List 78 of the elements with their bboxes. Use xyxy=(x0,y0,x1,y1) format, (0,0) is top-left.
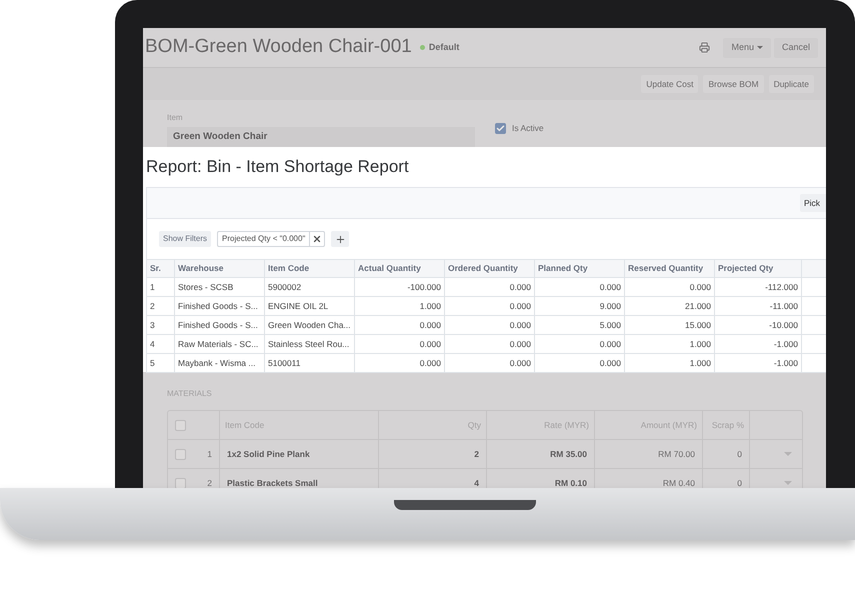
column-header: Reserved Quantity xyxy=(625,260,715,277)
table-cell: ENGINE OIL 2L xyxy=(265,297,355,315)
table-cell: 0.000 xyxy=(625,278,715,296)
table-cell: 0.000 xyxy=(355,316,445,334)
table-cell: 3 xyxy=(147,316,175,334)
table-cell: 0.000 xyxy=(445,278,535,296)
table-cell: -1.000 xyxy=(715,335,802,353)
table-cell: 1x2 Solid Pine Plank xyxy=(220,440,379,468)
table-cell: 5900002 xyxy=(265,278,355,296)
table-cell: 0.000 xyxy=(355,335,445,353)
table-cell: 9.000 xyxy=(535,297,625,315)
table-cell: 0.000 xyxy=(535,335,625,353)
page-title: BOM-Green Wooden Chair-001 xyxy=(145,35,412,60)
table-cell: 0.000 xyxy=(535,354,625,372)
table-cell: Stainless Steel Rou... xyxy=(265,335,355,353)
plus-icon xyxy=(334,234,346,244)
action-button[interactable]: Duplicate xyxy=(768,75,814,93)
checkbox[interactable] xyxy=(175,448,186,460)
column-header: Sr. xyxy=(147,260,175,277)
table-cell: 2 xyxy=(379,440,487,468)
row-number: 1 xyxy=(207,448,212,460)
table-cell: RM 35.00 xyxy=(487,440,595,468)
column-header: Ordered Quantity xyxy=(445,260,535,277)
checkbox[interactable] xyxy=(495,122,506,134)
table-cell: -11.000 xyxy=(715,297,802,315)
table-cell: 0.000 xyxy=(445,335,535,353)
table-cell: 0.000 xyxy=(535,278,625,296)
checkbox[interactable] xyxy=(175,478,186,488)
column-header: Planned Qty xyxy=(535,260,625,277)
column-header: Actual Quantity xyxy=(355,260,445,277)
item-field[interactable]: Green Wooden Chair xyxy=(167,127,475,147)
field-label: Item xyxy=(167,112,184,124)
table-cell: 21.000 xyxy=(625,297,715,315)
add-filter-button[interactable] xyxy=(331,231,350,247)
column-header: Item Code xyxy=(265,260,355,277)
pick-button[interactable]: Pick xyxy=(800,194,826,212)
table-cell: Stores - SCSB xyxy=(175,278,265,296)
table-cell: Green Wooden Cha... xyxy=(265,316,355,334)
cancel-button[interactable]: Cancel xyxy=(774,38,818,58)
action-button[interactable]: Update Cost xyxy=(641,75,698,93)
table-cell: 5100011 xyxy=(265,354,355,372)
table-cell: 0 xyxy=(703,440,750,468)
status-label: Default xyxy=(428,40,460,54)
table-cell: -100.000 xyxy=(355,278,445,296)
table-cell: -112.000 xyxy=(715,278,802,296)
action-button[interactable]: Browse BOM xyxy=(703,75,764,93)
table-cell: 1.000 xyxy=(355,297,445,315)
checkbox[interactable] xyxy=(175,420,186,430)
table-cell: RM 70.00 xyxy=(595,440,703,468)
column-header: Projected Qty xyxy=(715,260,802,277)
table-cell: 5.000 xyxy=(535,316,625,334)
table-cell: 15.000 xyxy=(625,316,715,334)
dropdown-icon[interactable] xyxy=(784,452,792,456)
menu-button[interactable]: Menu xyxy=(723,38,771,58)
table-cell: -1.000 xyxy=(715,354,802,372)
table-cell: Raw Materials - SC... xyxy=(175,335,265,353)
column-header: Warehouse xyxy=(175,260,265,277)
table-cell: 1.000 xyxy=(625,335,715,353)
table-cell: 0.000 xyxy=(445,297,535,315)
row-number: 2 xyxy=(207,476,212,488)
table-cell: 1 xyxy=(147,278,175,296)
caret-icon xyxy=(756,46,763,49)
table-cell: Finished Goods - S... xyxy=(175,316,265,334)
table-cell: 1.000 xyxy=(625,354,715,372)
table-cell: 4 xyxy=(147,335,175,353)
report-title: Report: Bin - Item Shortage Report xyxy=(145,156,410,178)
table-cell: 2 xyxy=(147,297,175,315)
print-icon[interactable] xyxy=(699,42,710,53)
table-cell: 0.000 xyxy=(445,316,535,334)
checkbox-label: Is Active xyxy=(512,122,544,135)
table-cell: -10.000 xyxy=(715,316,802,334)
table-cell: 5 xyxy=(147,354,175,372)
table-cell: Finished Goods - S... xyxy=(175,297,265,315)
table-cell: Maybank - Wisma ... xyxy=(175,354,265,372)
table-cell: 0.000 xyxy=(445,354,535,372)
show-filters-button[interactable]: Show Filters xyxy=(159,231,212,247)
filter-chip[interactable]: Projected Qty < "0.000" xyxy=(217,231,326,247)
table-cell: 0.000 xyxy=(355,354,445,372)
